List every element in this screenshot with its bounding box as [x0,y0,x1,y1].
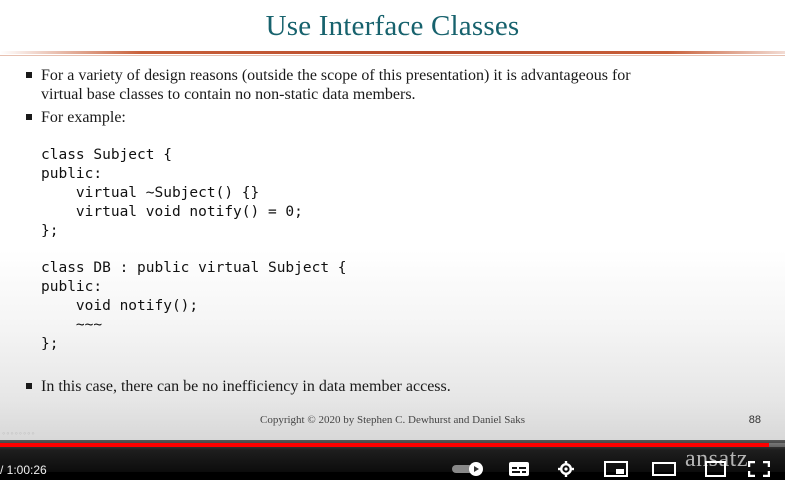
code-block-subject: class Subject { public: virtual ~Subject… [41,147,303,239]
title-divider-shadow [0,55,785,56]
bullet-item: For example: [26,108,126,127]
bullet-marker [26,383,32,389]
cast-icon[interactable] [703,461,727,480]
bullet-item: For a variety of design reasons (outside… [26,66,631,104]
bullet-marker [26,114,32,120]
bullet-text: For example: [41,109,126,126]
bullet-text: In this case, there can be no inefficien… [41,378,451,395]
settings-gear-icon[interactable] [556,461,576,480]
subtitles-icon[interactable] [508,461,530,480]
slide-watermark: ◦◦◦◦◦◦◦◦ [2,428,36,438]
bullet-item: In this case, there can be no inefficien… [26,377,451,396]
slide-page-number: 88 [748,414,761,426]
title-divider [0,51,785,54]
fullscreen-icon[interactable] [747,460,771,480]
bullet-marker [26,72,32,78]
theater-mode-icon[interactable] [652,461,676,480]
progress-bar-played [0,443,770,447]
bullet-text: For a variety of design reasons (outside… [41,67,631,103]
autoplay-toggle-icon[interactable] [452,462,488,479]
slide-footer-copyright: Copyright © 2020 by Stephen C. Dewhurst … [260,414,525,426]
slide: Use Interface Classes For a variety of d… [0,0,785,440]
time-display: / 1:00:26 [0,463,47,477]
slide-title: Use Interface Classes [265,10,520,42]
code-block-db: class DB : public virtual Subject { publ… [41,260,347,352]
miniplayer-icon[interactable] [604,461,628,480]
